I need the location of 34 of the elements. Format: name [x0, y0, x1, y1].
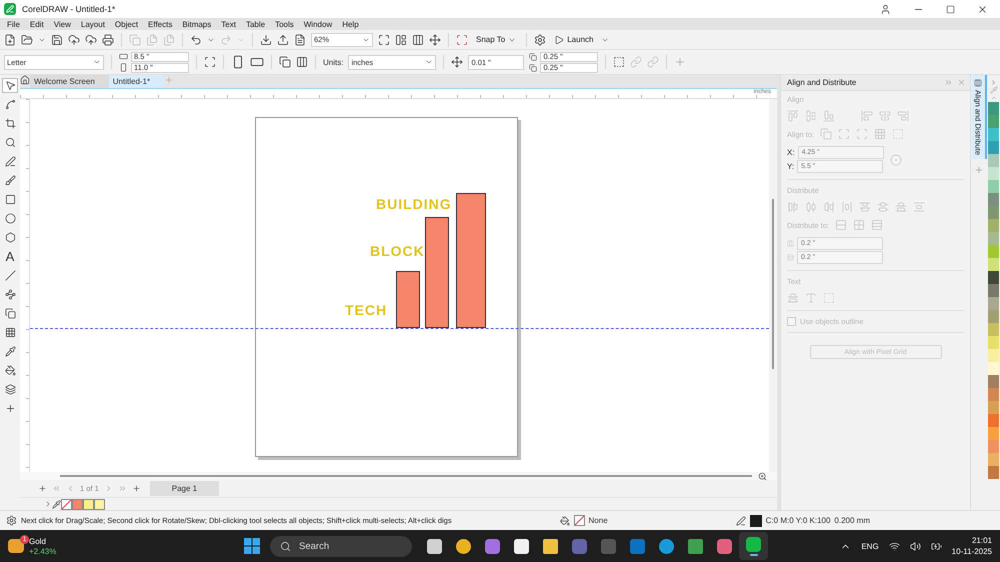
- menu-item[interactable]: Effects: [145, 20, 180, 28]
- menu-item[interactable]: Help: [339, 20, 366, 28]
- menu-item[interactable]: Window: [300, 20, 340, 28]
- menu-item[interactable]: Layout: [78, 20, 112, 28]
- text-tool[interactable]: A: [2, 249, 18, 264]
- canvas-text: BLOCK: [370, 243, 425, 259]
- document-tab[interactable]: Welcome Screen: [30, 75, 109, 88]
- widget-title: Gold: [29, 536, 47, 546]
- fill-value: None: [588, 516, 608, 525]
- canvas-text: BUILDING: [376, 196, 452, 212]
- menu-item[interactable]: Bitmaps: [179, 20, 218, 28]
- canvas-text: TECH: [345, 302, 388, 318]
- menu-item[interactable]: Tools: [272, 20, 301, 28]
- menu-item[interactable]: View: [50, 20, 78, 28]
- window-title: CorelDRAW - Untitled-1*: [22, 4, 116, 14]
- menu-item[interactable]: Edit: [26, 20, 51, 28]
- launch-button[interactable]: Launch: [551, 34, 596, 46]
- widget-change: +2.43%: [29, 546, 56, 556]
- page-tab[interactable]: Page 1: [150, 481, 220, 496]
- clock[interactable]: 21:01 10-11-2025: [952, 535, 992, 557]
- menu-item[interactable]: Text: [218, 20, 243, 28]
- outline-width: 0.200 mm: [834, 516, 870, 525]
- snap-button[interactable]: Snap To: [473, 34, 520, 45]
- units-label: Units:: [323, 58, 344, 66]
- menu-item[interactable]: File: [4, 20, 27, 28]
- document-tab[interactable]: Untitled-1*: [108, 75, 164, 88]
- y-label: Y:: [787, 162, 794, 171]
- language-indicator[interactable]: ENG: [861, 542, 879, 550]
- docker-title: Align and Distribute: [787, 78, 856, 87]
- x-label: X:: [787, 148, 795, 157]
- menu-item[interactable]: Object: [112, 20, 146, 28]
- menu-item[interactable]: Table: [242, 20, 272, 28]
- search-field[interactable]: Search: [270, 536, 412, 556]
- outline-color: C:0 M:0 Y:0 K:100: [766, 516, 830, 525]
